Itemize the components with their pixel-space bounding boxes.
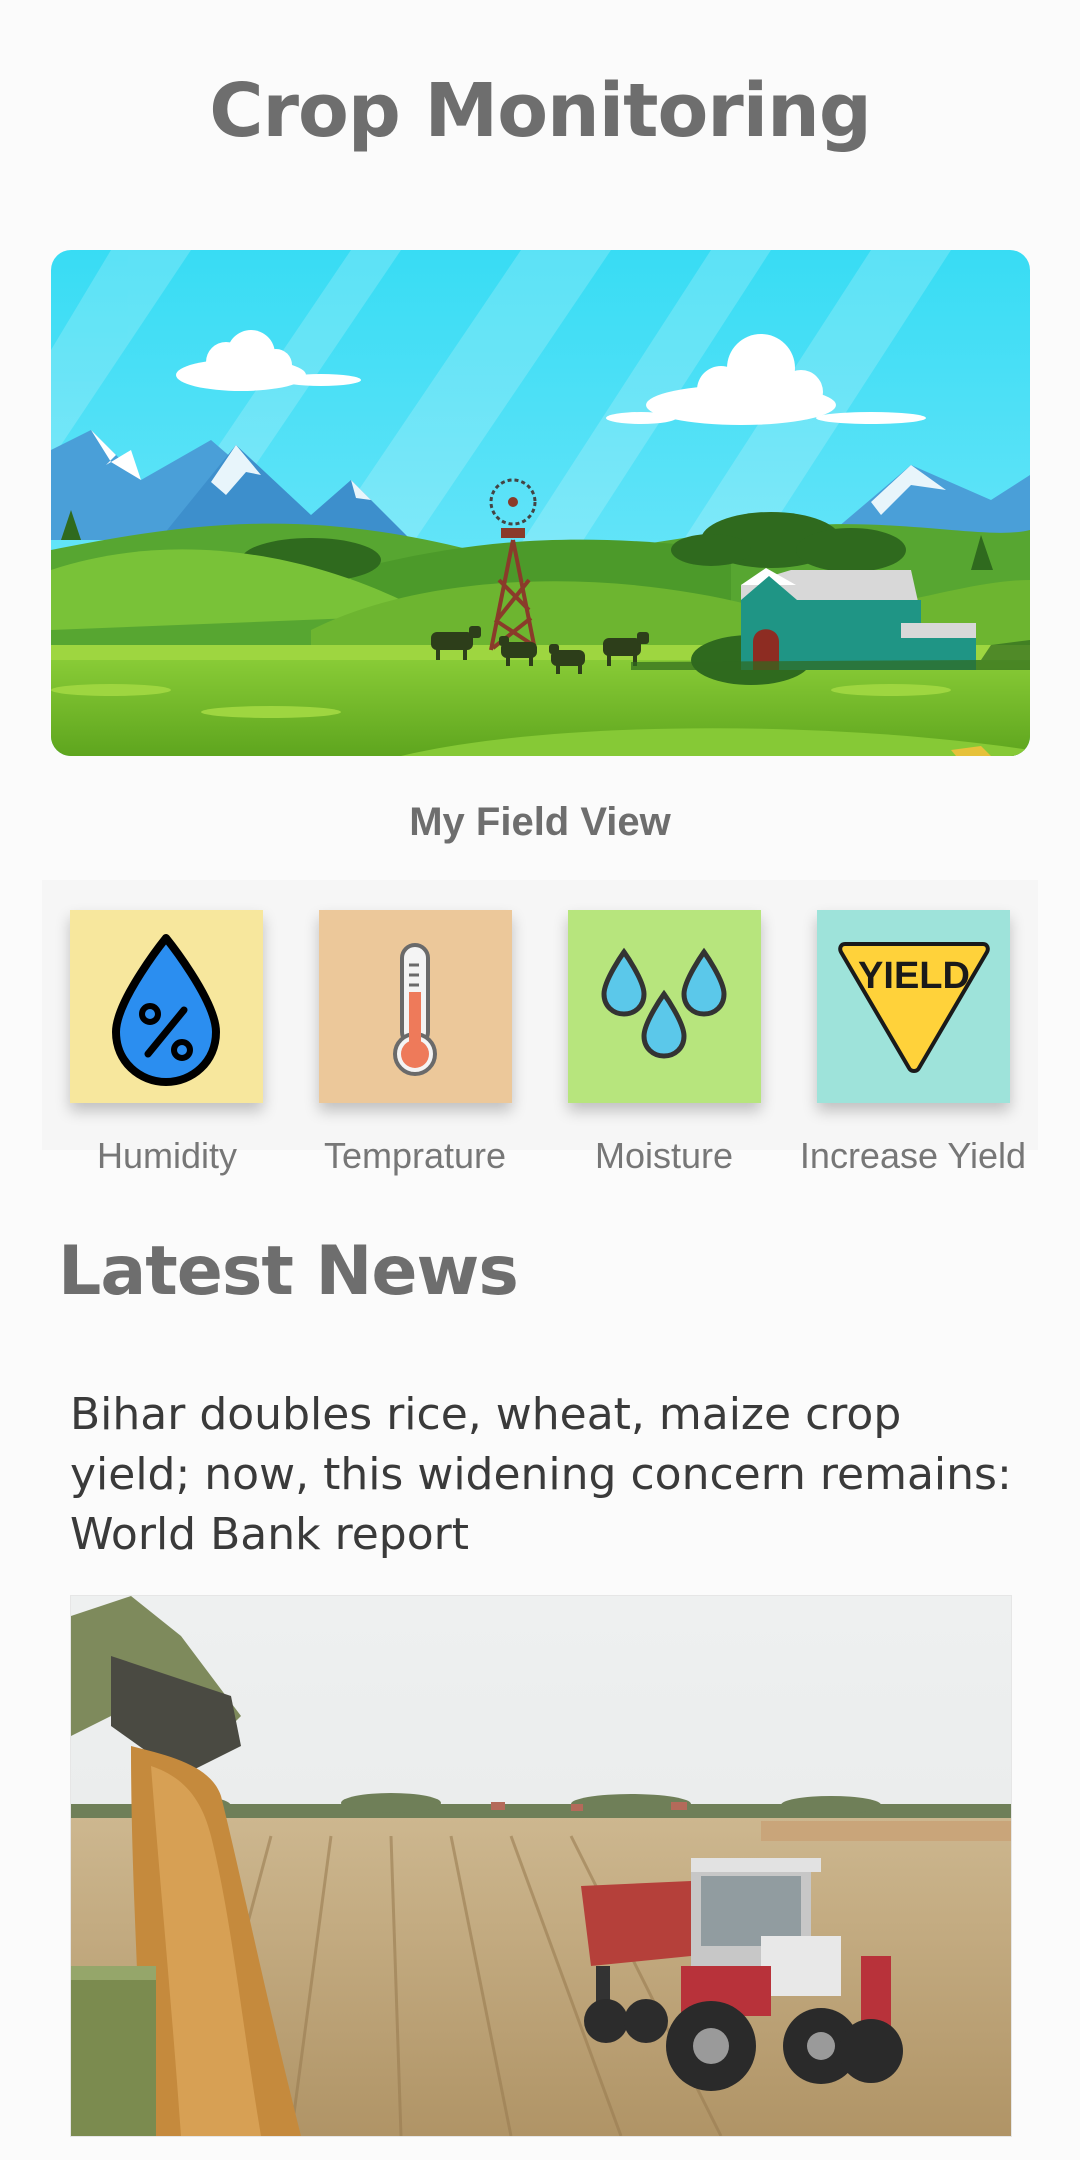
page-title: Crop Monitoring xyxy=(209,68,872,154)
field-view-image[interactable] xyxy=(51,250,1030,756)
harvest-tractor-photo xyxy=(71,1596,1011,2136)
increase-yield-label: Increase Yield xyxy=(799,1135,1027,1176)
moisture-label: Moisture xyxy=(594,1135,734,1176)
news-image[interactable] xyxy=(70,1595,1012,2137)
yield-sign-icon: YIELD xyxy=(838,942,990,1073)
news-headline[interactable]: Bihar doubles rice, wheat, maize crop yi… xyxy=(70,1385,1020,1565)
humidity-drop-icon xyxy=(112,934,220,1086)
field-view-caption: My Field View xyxy=(409,800,671,844)
farm-landscape-illustration xyxy=(51,250,1030,756)
temperature-tile[interactable] xyxy=(319,910,512,1103)
temperature-label: Temprature xyxy=(323,1135,507,1176)
thermometer-icon xyxy=(393,943,437,1076)
metric-tiles: YIELD xyxy=(42,880,1038,1150)
water-drops-icon xyxy=(601,947,727,1059)
humidity-tile[interactable] xyxy=(70,910,263,1103)
yield-sign-text: YIELD xyxy=(858,955,970,997)
humidity-label: Humidity xyxy=(96,1135,238,1176)
increase-yield-tile[interactable]: YIELD xyxy=(817,910,1010,1103)
latest-news-title: Latest News xyxy=(58,1232,519,1311)
moisture-tile[interactable] xyxy=(568,910,761,1103)
